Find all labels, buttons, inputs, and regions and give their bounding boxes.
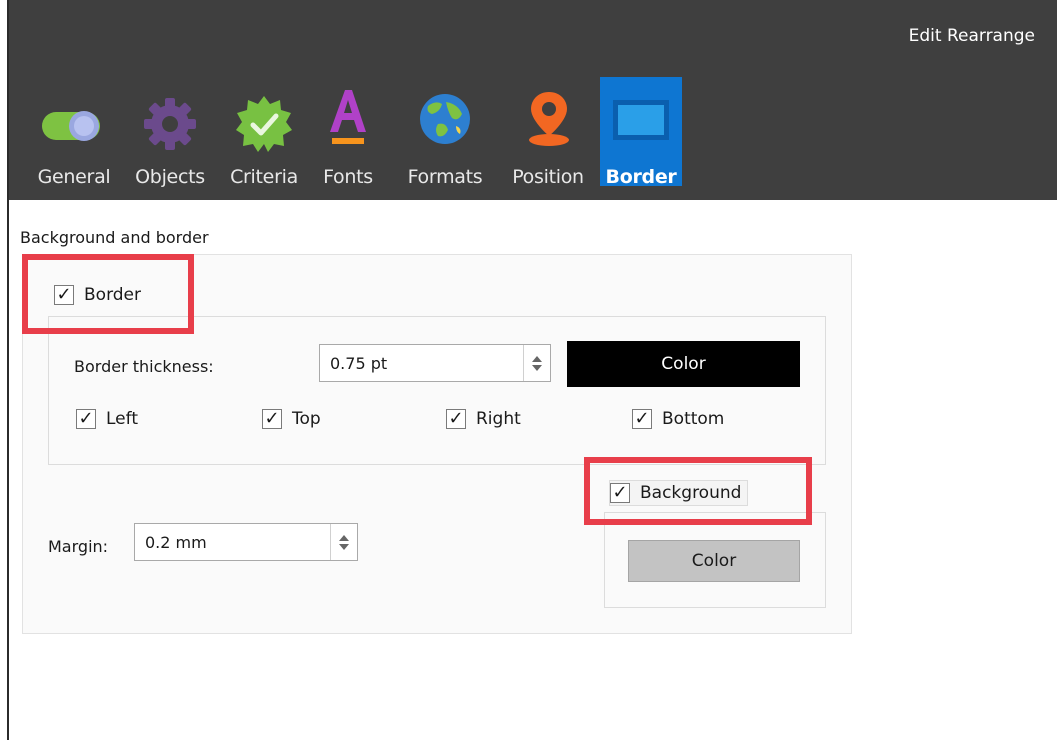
background-color-button[interactable]: Color (628, 540, 800, 582)
border-left-checkbox[interactable]: ✓ Left (76, 409, 138, 429)
section-title: Background and border (20, 228, 209, 247)
decrement-icon[interactable] (532, 364, 542, 371)
increment-icon[interactable] (339, 534, 349, 541)
tab-position[interactable]: Position (504, 0, 592, 200)
gear-icon (144, 98, 196, 150)
checkbox-label: Left (106, 409, 138, 429)
stepper-arrows[interactable] (523, 345, 550, 381)
stepper-arrows[interactable] (330, 524, 357, 560)
checkbox-box[interactable]: ✓ (262, 409, 282, 429)
decrement-icon[interactable] (339, 543, 349, 550)
checkbox-box[interactable]: ✓ (632, 409, 652, 429)
tab-formats[interactable]: Formats (398, 0, 492, 200)
border-frame-icon (613, 100, 669, 140)
tab-fonts[interactable]: Fonts (312, 0, 384, 200)
checkbox-label: Bottom (662, 409, 725, 429)
margin-stepper[interactable]: 0.2 mm (134, 523, 358, 561)
tab-label: Criteria (230, 166, 298, 188)
border-thickness-label: Border thickness: (74, 357, 214, 376)
checkbox-box[interactable]: ✓ (76, 409, 96, 429)
tab-border[interactable]: Border (600, 0, 682, 200)
tab-objects[interactable]: Objects (124, 0, 216, 200)
highlight-border-checkbox (22, 254, 194, 334)
border-right-checkbox[interactable]: ✓ Right (446, 409, 521, 429)
checkbox-label: Right (476, 409, 521, 429)
font-a-icon (330, 90, 366, 144)
highlight-background-checkbox (584, 457, 812, 525)
tab-label: Formats (407, 166, 483, 188)
globe-icon (420, 94, 470, 144)
top-actions-menu[interactable]: Edit Rearrange (909, 26, 1035, 46)
badge-check-icon (236, 96, 292, 152)
tab-label: General (37, 166, 111, 188)
checkbox-box[interactable]: ✓ (446, 409, 466, 429)
tab-label: Border (605, 166, 677, 188)
map-pin-icon (529, 92, 569, 146)
margin-label: Margin: (48, 537, 109, 556)
border-settings-group (48, 316, 826, 465)
tab-label: Position (512, 166, 584, 188)
checkbox-label: Top (292, 409, 321, 429)
stepper-value: 0.2 mm (145, 533, 207, 552)
tab-general[interactable]: General (30, 0, 118, 200)
tab-criteria[interactable]: Criteria (222, 0, 306, 200)
border-bottom-checkbox[interactable]: ✓ Bottom (632, 409, 724, 429)
border-color-button[interactable]: Color (567, 341, 800, 387)
border-thickness-stepper[interactable]: 0.75 pt (319, 344, 551, 382)
stepper-value: 0.75 pt (330, 354, 388, 373)
tab-label: Objects (135, 166, 205, 188)
increment-icon[interactable] (532, 355, 542, 362)
toggle-icon (42, 111, 100, 141)
tab-label: Fonts (323, 166, 373, 188)
border-top-checkbox[interactable]: ✓ Top (262, 409, 321, 429)
